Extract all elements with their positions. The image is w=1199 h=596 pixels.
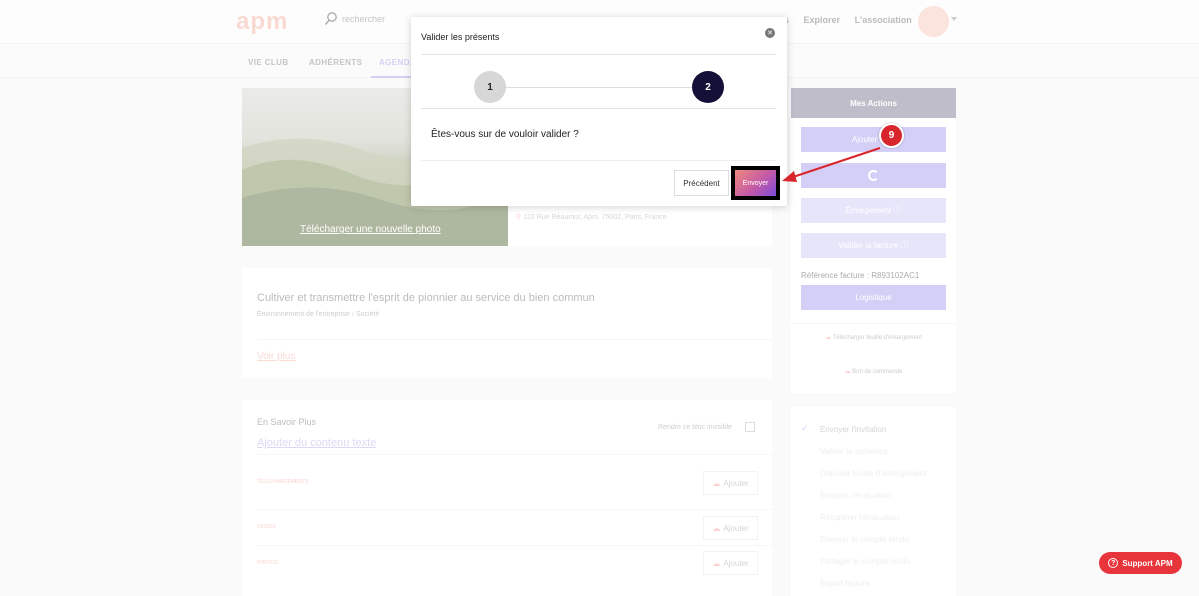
send-button[interactable]: Envoyer [735, 170, 776, 196]
stepper-line [490, 87, 708, 88]
stepper-step-1[interactable]: 1 [474, 71, 506, 103]
support-label: Support APM [1122, 558, 1173, 568]
divider [421, 54, 776, 55]
close-icon[interactable]: ✕ [765, 28, 775, 38]
confirm-question: Êtes-vous sur de vouloir valider ? [431, 129, 579, 140]
stepper-step-2[interactable]: 2 [692, 71, 724, 103]
support-button[interactable]: ? Support APM [1099, 552, 1182, 574]
divider [421, 108, 776, 109]
step-number-badge: 9 [879, 123, 904, 148]
divider [421, 160, 776, 161]
previous-button[interactable]: Précédent [674, 170, 729, 196]
modal-title: Valider les présents [421, 32, 500, 42]
help-icon: ? [1108, 558, 1119, 568]
annotation-arrow [782, 146, 881, 182]
